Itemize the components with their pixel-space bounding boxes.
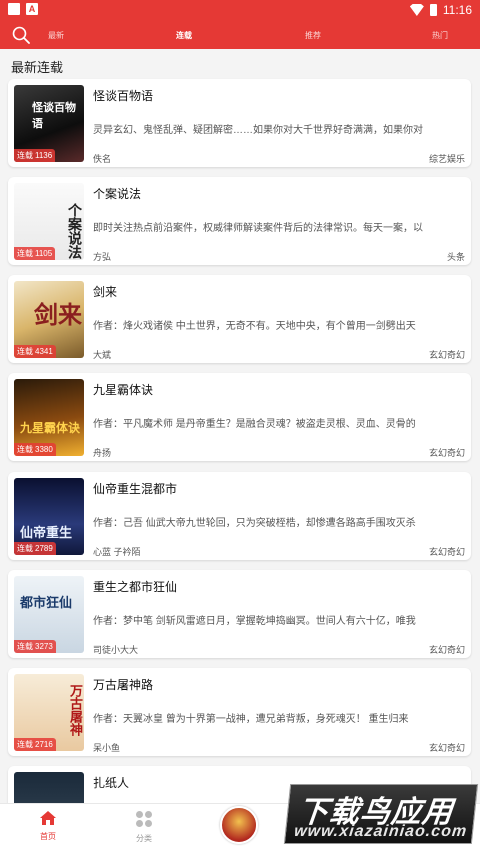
book-cover[interactable]: 仙帝重生 连载 2789 — [14, 478, 84, 555]
book-description: 即时关注热点前沿案件，权威律师解读案件背后的法律常识。每天一案，以 — [93, 223, 423, 234]
serial-badge: 连载 2716 — [14, 738, 56, 751]
book-card[interactable]: 仙帝重生 连载 2789 仙帝重生混都市 作者：己吾 仙武大帝九世轮回，只为突破桎… — [8, 472, 471, 560]
watermark-url: www.xiazainiao.com — [293, 823, 469, 840]
serial-badge: 连载 1136 — [14, 149, 56, 162]
grid-icon — [136, 811, 152, 827]
book-card[interactable]: 怪谈百物语 连载 1136 怪谈百物语 灵异玄幻、鬼怪乱弹、疑团解密……如果你对大… — [8, 79, 471, 167]
tab-latest[interactable]: 最新 — [48, 30, 64, 41]
book-description: 作者：己吾 仙武大帝九世轮回，只为突破桎梏，却惨遭各路高手围攻灭杀 — [93, 518, 416, 529]
book-title[interactable]: 九星霸体诀 — [93, 381, 153, 398]
tab-hot[interactable]: 热门 — [432, 30, 448, 41]
book-category: 玄幻奇幻 — [428, 743, 465, 753]
book-title[interactable]: 个案说法 — [93, 185, 141, 202]
book-author: 舟扬 — [93, 448, 112, 458]
book-cover[interactable]: 九星霸体诀 连载 3380 — [14, 379, 84, 456]
book-card[interactable]: 九星霸体诀 连载 3380 九星霸体诀 作者：平凡魔术师 是丹帝重生？是融合灵魂？… — [8, 373, 471, 461]
nav-home[interactable]: 首页 — [28, 810, 68, 842]
book-author: 大斌 — [93, 350, 112, 360]
search-icon[interactable] — [12, 26, 30, 44]
book-card[interactable]: 万古屠神 连载 2716 万古屠神路 作者：天翼冰皇 曾为十界第一战神，遭兄弟背叛… — [8, 668, 471, 756]
serial-badge: 连载 4341 — [14, 345, 56, 358]
book-author: 司徒小大大 — [93, 645, 139, 655]
book-description: 作者：梦中笔 剑斩风雷遮日月，掌握乾坤捣幽冥。世间人有六十亿，唯我 — [93, 616, 416, 627]
book-category: 头条 — [446, 252, 465, 262]
book-title[interactable]: 重生之都市狂仙 — [93, 578, 177, 595]
nav-category-label: 分类 — [136, 834, 152, 843]
book-cover[interactable]: 剑来 连载 4341 — [14, 281, 84, 358]
serial-badge: 连载 3273 — [14, 640, 56, 653]
top-nav: 最新 连载 推荐 热门 — [0, 20, 480, 49]
book-author: 方弘 — [93, 252, 112, 262]
book-title[interactable]: 剑来 — [93, 283, 117, 300]
book-card[interactable]: 都市狂仙 连载 3273 重生之都市狂仙 作者：梦中笔 剑斩风雷遮日月，掌握乾坤捣… — [8, 570, 471, 658]
book-cover[interactable]: 怪谈百物语 连载 1136 — [14, 85, 84, 162]
watermark-logo: 下载鸟应用 www.xiazainiao.com — [283, 784, 479, 844]
book-cover[interactable]: 万古屠神 连载 2716 — [14, 674, 84, 751]
nav-category[interactable]: 分类 — [124, 810, 164, 844]
book-title[interactable]: 怪谈百物语 — [93, 87, 153, 104]
book-description: 作者：天翼冰皇 曾为十界第一战神，遭兄弟背叛，身死魂灭！ 重生归来 — [93, 714, 409, 725]
status-bar: A 11:16 — [0, 0, 480, 20]
book-title[interactable]: 万古屠神路 — [93, 676, 153, 693]
serial-badge: 连载 3380 — [14, 443, 56, 456]
nav-home-label: 首页 — [40, 832, 56, 841]
section-title: 最新连载 — [11, 60, 64, 75]
book-category: 玄幻奇幻 — [428, 645, 465, 655]
tab-serial[interactable]: 连载 — [176, 30, 192, 41]
featured-avatar-button[interactable] — [220, 806, 258, 844]
book-category: 玄幻奇幻 — [428, 448, 465, 458]
serial-badge: 连载 2789 — [14, 542, 56, 555]
book-cover[interactable]: 个案说法 连载 1105 — [14, 183, 84, 260]
book-title[interactable]: 扎纸人 — [93, 774, 129, 791]
book-description: 灵异玄幻、鬼怪乱弹、疑团解密……如果你对大千世界好奇满满，如果你对 — [93, 125, 423, 136]
app-badge-icon: A — [26, 3, 38, 15]
wifi-icon — [409, 4, 424, 16]
book-card[interactable]: 个案说法 连载 1105 个案说法 即时关注热点前沿案件，权威律师解读案件背后的法… — [8, 177, 471, 265]
book-category: 玄幻奇幻 — [428, 547, 465, 557]
book-author: 心蓝 子衿陌 — [93, 547, 141, 557]
book-description: 作者：平凡魔术师 是丹帝重生？是融合灵魂？被盗走灵根、灵血、灵骨的 — [93, 419, 416, 430]
battery-icon — [429, 4, 437, 16]
book-cover[interactable]: 都市狂仙 连载 3273 — [14, 576, 84, 653]
notification-icon — [8, 3, 20, 15]
book-category: 玄幻奇幻 — [428, 350, 465, 360]
book-title[interactable]: 仙帝重生混都市 — [93, 480, 177, 497]
book-card[interactable]: 剑来 连载 4341 剑来 作者：烽火戏诸侯 中土世界，无奇不有。天地中央，有个曾… — [8, 275, 471, 363]
book-category: 综艺娱乐 — [428, 154, 465, 164]
tab-recommend[interactable]: 推荐 — [305, 30, 321, 41]
serial-badge: 连载 1105 — [14, 247, 56, 260]
book-description: 作者：烽火戏诸侯 中土世界，无奇不有。天地中央，有个曾用一剑劈出天 — [93, 321, 416, 332]
book-author: 呆小鱼 — [93, 743, 121, 753]
book-author: 佚名 — [93, 154, 112, 164]
clock: 11:16 — [442, 3, 472, 17]
home-icon — [40, 811, 56, 825]
